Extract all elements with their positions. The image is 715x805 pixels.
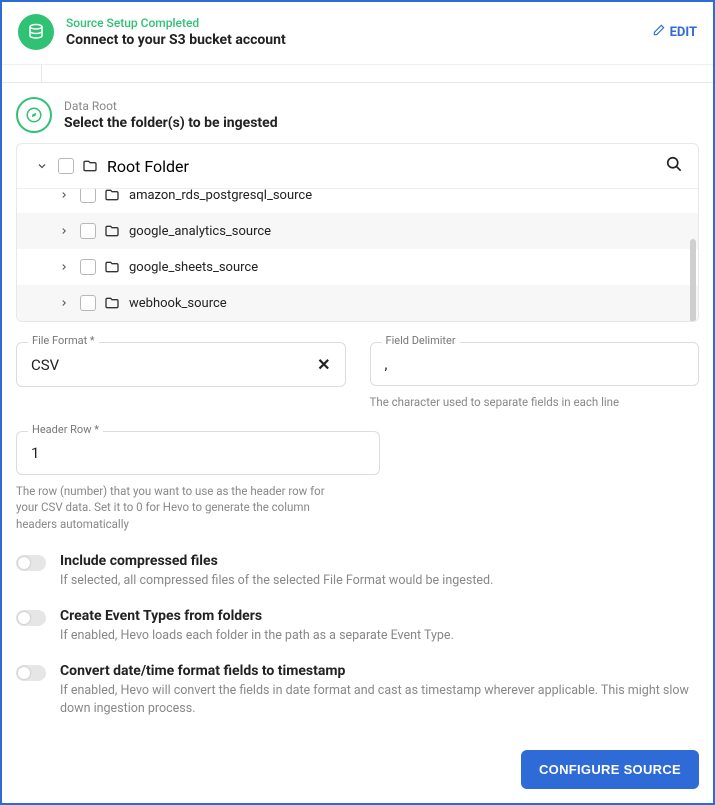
file-format-value: CSV <box>31 356 59 374</box>
folder-icon <box>79 158 101 174</box>
section-label: Data Root <box>64 99 278 113</box>
app-frame: Source Setup Completed Connect to your S… <box>0 0 715 805</box>
header-row-input[interactable]: 1 <box>16 431 380 475</box>
compass-icon <box>16 97 52 133</box>
tree-row-label: webhook_source <box>129 296 227 311</box>
source-setup-header: Source Setup Completed Connect to your S… <box>2 2 713 65</box>
tree-row[interactable]: google_sheets_source <box>17 249 698 285</box>
toggle-title: Include compressed files <box>60 553 493 569</box>
footer: CONFIGURE SOURCE <box>2 740 713 803</box>
folder-icon <box>101 223 123 239</box>
folder-tree: Root Folder amazon_rds_postgresql_source… <box>16 143 699 322</box>
toggle-title: Convert date/time format fields to times… <box>60 663 699 679</box>
tree-row[interactable]: amazon_rds_postgresql_source <box>17 189 698 213</box>
section-title: Select the folder(s) to be ingested <box>64 115 278 131</box>
tree-root-row[interactable]: Root Folder <box>17 144 698 189</box>
toggle-switch[interactable] <box>16 610 46 626</box>
tree-body[interactable]: amazon_rds_postgresql_source google_anal… <box>17 189 698 321</box>
chevron-right-icon[interactable] <box>53 262 75 272</box>
data-root-section: Data Root Select the folder(s) to be ing… <box>16 97 699 133</box>
field-delimiter-field: Field Delimiter , The character used to … <box>370 342 700 411</box>
search-icon[interactable] <box>664 154 684 178</box>
toggle-desc: If enabled, Hevo loads each folder in th… <box>60 627 454 645</box>
header-row-help: The row (number) that you want to use as… <box>16 483 346 533</box>
folder-icon <box>101 259 123 275</box>
tree-row-label: google_sheets_source <box>129 260 258 275</box>
header-title: Connect to your S3 bucket account <box>66 32 652 48</box>
toggle-create-event-types: Create Event Types from folders If enabl… <box>16 608 699 645</box>
chevron-down-icon[interactable] <box>31 160 53 172</box>
toggle-title: Create Event Types from folders <box>60 608 454 624</box>
row-checkbox[interactable] <box>75 189 101 203</box>
field-delimiter-value: , <box>385 355 388 373</box>
root-folder-label: Root Folder <box>107 157 189 176</box>
root-checkbox[interactable] <box>53 158 79 174</box>
database-icon <box>18 14 54 50</box>
field-label: Header Row * <box>28 423 103 436</box>
folder-icon <box>101 295 123 311</box>
file-format-input[interactable]: CSV ✕ <box>16 342 346 387</box>
toggle-desc: If enabled, Hevo will convert the fields… <box>60 682 699 718</box>
row-checkbox[interactable] <box>75 295 101 311</box>
toggle-switch[interactable] <box>16 555 46 571</box>
section-divider <box>2 65 713 83</box>
field-delimiter-input[interactable]: , <box>370 342 700 386</box>
tree-row-label: google_analytics_source <box>129 224 271 239</box>
clear-icon[interactable]: ✕ <box>317 355 330 374</box>
configure-source-button[interactable]: CONFIGURE SOURCE <box>521 750 699 789</box>
row-checkbox[interactable] <box>75 223 101 239</box>
header-row-field: Header Row * 1 The row (number) that you… <box>16 431 380 533</box>
tree-row[interactable]: google_analytics_source <box>17 213 698 249</box>
header-status: Source Setup Completed <box>66 16 652 30</box>
chevron-right-icon[interactable] <box>53 226 75 236</box>
header-row-value: 1 <box>31 444 39 462</box>
edit-icon <box>652 23 666 41</box>
file-format-field: File Format * CSV ✕ <box>16 342 346 411</box>
scrollbar-thumb[interactable] <box>690 239 696 321</box>
toggle-switch[interactable] <box>16 665 46 681</box>
tree-row-label: amazon_rds_postgresql_source <box>129 189 312 203</box>
chevron-right-icon[interactable] <box>53 298 75 308</box>
edit-button-label: EDIT <box>670 25 697 40</box>
field-label: File Format * <box>28 334 99 347</box>
toggle-include-compressed: Include compressed files If selected, al… <box>16 553 699 590</box>
field-label: Field Delimiter <box>382 334 460 347</box>
tree-row[interactable]: webhook_source <box>17 285 698 321</box>
row-checkbox[interactable] <box>75 259 101 275</box>
folder-icon <box>101 189 123 203</box>
field-delimiter-help: The character used to separate fields in… <box>370 394 700 411</box>
chevron-right-icon[interactable] <box>53 190 75 200</box>
toggle-convert-datetime: Convert date/time format fields to times… <box>16 663 699 718</box>
toggle-desc: If selected, all compressed files of the… <box>60 572 493 590</box>
edit-button[interactable]: EDIT <box>652 23 697 41</box>
